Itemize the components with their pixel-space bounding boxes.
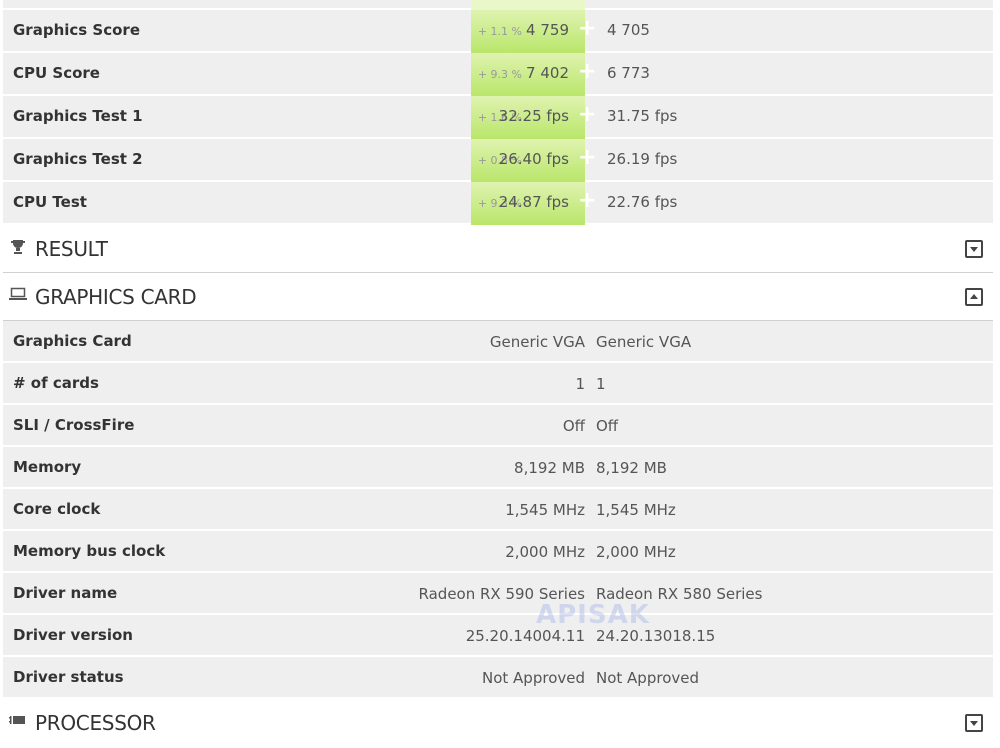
spec-label: Driver version (13, 626, 133, 644)
spec-row: Memory 8,192 MB 8,192 MB (3, 447, 993, 489)
trophy-icon (9, 239, 27, 257)
spec-row: Driver name Radeon RX 590 Series Radeon … (3, 573, 993, 615)
spec-value-compare: Not Approved (596, 669, 699, 687)
spec-value-primary: Not Approved (482, 669, 585, 687)
section-title: RESULT (35, 237, 108, 261)
score-label: Graphics Test 1 (13, 107, 143, 125)
spec-row: # of cards 1 1 (3, 363, 993, 405)
collapse-toggle-button[interactable] (965, 288, 983, 306)
spec-value-primary: 8,192 MB (514, 459, 585, 477)
spec-label: Driver status (13, 668, 124, 686)
section-title: PROCESSOR (35, 711, 156, 735)
laptop-icon (9, 287, 27, 305)
expand-toggle-button[interactable] (965, 240, 983, 258)
score-diff-percent: + 1.1 % (477, 25, 522, 38)
plus-icon: + (578, 59, 597, 84)
score-row: CPU Score + 9.3 % 7 402 + 6 773 (3, 53, 993, 96)
score-row: Graphics Score + 1.1 % 4 759 + 4 705 (3, 10, 993, 53)
spec-value-compare: 2,000 MHz (596, 543, 676, 561)
score-value-primary: 26.40 fps (498, 150, 569, 168)
spec-value-compare: 8,192 MB (596, 459, 667, 477)
section-header-result[interactable]: RESULT (3, 225, 993, 273)
score-row: Graphics Test 2 + 0.8 % 26.40 fps + 26.1… (3, 139, 993, 182)
section-header-graphics-card[interactable]: GRAPHICS CARD (3, 273, 993, 321)
score-value-primary: 32.25 fps (498, 107, 569, 125)
score-value-primary: 7 402 (526, 64, 569, 82)
score-label: Graphics Test 2 (13, 150, 143, 168)
highlight-column (471, 0, 585, 10)
spec-value-primary: 1 (575, 375, 585, 393)
spec-row: SLI / CrossFire Off Off (3, 405, 993, 447)
score-diff-percent: + 9.3 % (477, 68, 522, 81)
chevron-down-icon (970, 721, 978, 726)
plus-icon: + (578, 145, 597, 170)
spec-label: Memory bus clock (13, 542, 166, 560)
spec-label: SLI / CrossFire (13, 416, 135, 434)
expand-toggle-button[interactable] (965, 714, 983, 732)
spec-value-compare: Off (596, 417, 619, 435)
spec-label: Core clock (13, 500, 101, 518)
spec-label: Graphics Card (13, 332, 132, 350)
plus-icon: + (578, 188, 597, 213)
comparison-panel: Graphics Score + 1.1 % 4 759 + 4 705 CPU… (3, 0, 993, 747)
score-row: CPU Test + 9.3 % 24.87 fps + 22.76 fps (3, 182, 993, 225)
spec-label: Driver name (13, 584, 118, 602)
spec-label: # of cards (13, 374, 99, 392)
score-row: Graphics Test 1 + 1.6 % 32.25 fps + 31.7… (3, 96, 993, 139)
chevron-up-icon (970, 294, 978, 299)
score-value-compare: 26.19 fps (607, 150, 678, 168)
spec-value-primary: 2,000 MHz (505, 543, 585, 561)
score-label: CPU Score (13, 64, 100, 82)
watermark: APISAK (536, 600, 650, 630)
score-value-compare: 31.75 fps (607, 107, 678, 125)
score-label: Graphics Score (13, 21, 141, 39)
spec-row: Memory bus clock 2,000 MHz 2,000 MHz (3, 531, 993, 573)
score-value-compare: 4 705 (607, 21, 650, 39)
score-label: CPU Test (13, 193, 87, 211)
score-row-top-partial (3, 0, 993, 10)
spec-label: Memory (13, 458, 82, 476)
chevron-down-icon (970, 247, 978, 252)
spec-value-compare: 1,545 MHz (596, 501, 676, 519)
section-title: GRAPHICS CARD (35, 285, 197, 309)
score-value-compare: 22.76 fps (607, 193, 678, 211)
plus-icon: + (578, 102, 597, 127)
score-value-compare: 6 773 (607, 64, 650, 82)
spec-value-primary: Generic VGA (489, 333, 585, 351)
section-header-processor[interactable]: PROCESSOR (3, 699, 993, 747)
score-value-primary: 4 759 (526, 21, 569, 39)
spec-row: Driver version 25.20.14004.11 24.20.1301… (3, 615, 993, 657)
spec-value-primary: Off (562, 417, 585, 435)
score-value-primary: 24.87 fps (498, 193, 569, 211)
spec-value-compare: Generic VGA (596, 333, 692, 351)
spec-value-compare: 1 (596, 375, 606, 393)
spec-value-primary: 1,545 MHz (505, 501, 585, 519)
plus-icon: + (578, 16, 597, 41)
spec-row: Driver status Not Approved Not Approved (3, 657, 993, 699)
spec-row: Core clock 1,545 MHz 1,545 MHz (3, 489, 993, 531)
cpu-chip-icon (9, 713, 27, 731)
spec-row: Graphics Card Generic VGA Generic VGA (3, 321, 993, 363)
